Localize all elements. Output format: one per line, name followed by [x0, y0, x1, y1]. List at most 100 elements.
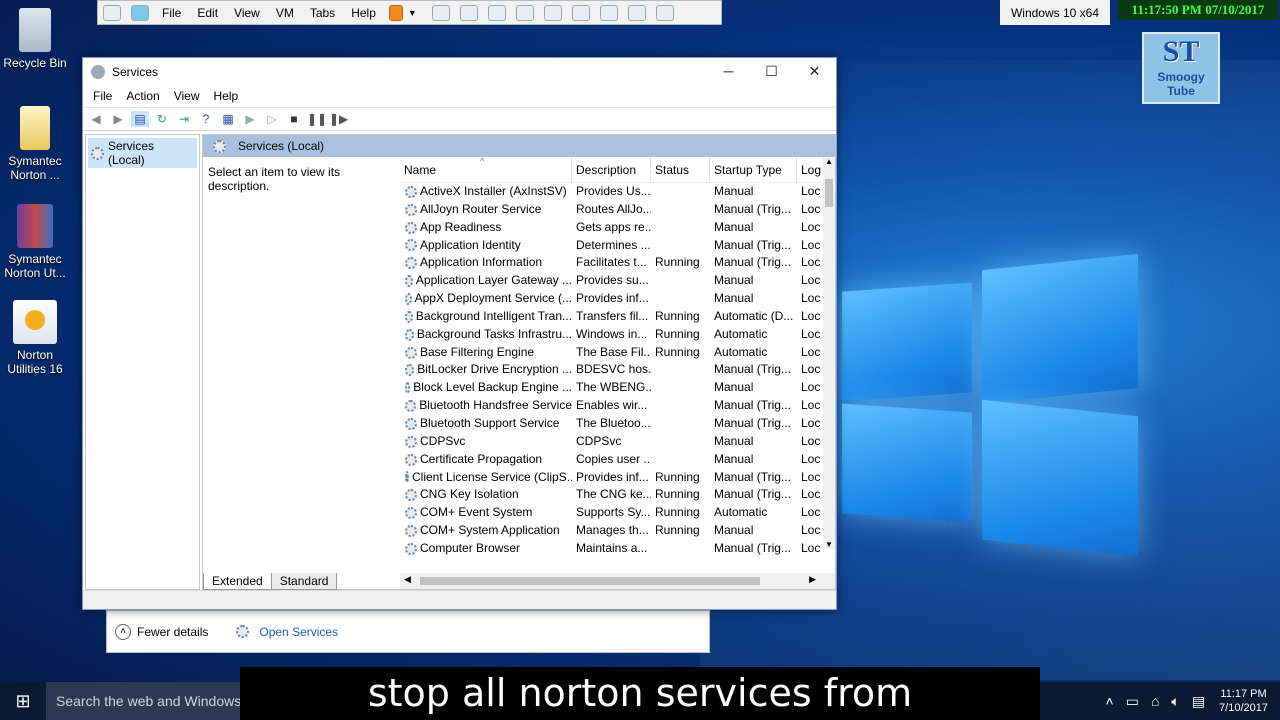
- vertical-scrollbar[interactable]: ▲ ▼: [823, 157, 835, 549]
- desktop-icon-symantec-norton-ut[interactable]: Symantec Norton Ut...: [0, 204, 70, 280]
- properties-icon[interactable]: ▦: [219, 111, 237, 127]
- forward-arrow-icon[interactable]: ▶: [109, 111, 127, 127]
- vm-menu-vm[interactable]: VM: [268, 6, 302, 20]
- taskbar-clock[interactable]: 11:17 PM 7/10/2017: [1219, 687, 1268, 715]
- back-arrow-icon[interactable]: ◀: [87, 111, 105, 127]
- volume-icon[interactable]: 🔈︎: [1171, 693, 1179, 710]
- windows-start-icon[interactable]: ⊞: [0, 682, 46, 720]
- cell-description: The Base Fil...: [576, 344, 651, 359]
- horizontal-scrollbar[interactable]: ◀ ▶: [400, 573, 835, 589]
- table-row[interactable]: AppX Deployment Service (... Provides inf…: [400, 290, 835, 308]
- cell-status: Running: [655, 344, 700, 359]
- pause-icon[interactable]: [388, 4, 403, 21]
- tab-standard[interactable]: Standard: [270, 573, 338, 590]
- table-row[interactable]: App Readiness Gets apps re... Manual Loc: [400, 219, 835, 237]
- scroll-right-icon[interactable]: ▶: [809, 574, 816, 585]
- table-row[interactable]: Application Identity Determines ... Manual…: [400, 237, 835, 255]
- snapshot-revert-icon[interactable]: [487, 4, 506, 21]
- vm-menu-view[interactable]: View: [226, 6, 268, 20]
- table-row[interactable]: Application Information Facilitates t... R…: [400, 254, 835, 272]
- desktop-icon-symantec-norton[interactable]: Symantec Norton ...: [0, 106, 70, 182]
- network-icon[interactable]: [431, 4, 450, 21]
- scroll-thumb[interactable]: [825, 179, 833, 207]
- vm-menu-edit[interactable]: Edit: [189, 6, 226, 20]
- stop-service-icon[interactable]: ■: [285, 111, 303, 127]
- desktop-icon-norton-utilities[interactable]: Norton Utilities 16: [0, 300, 70, 376]
- title-bar[interactable]: Services ─ ☐ ✕: [83, 58, 836, 85]
- tree-node-services-local[interactable]: Services (Local): [88, 138, 197, 168]
- scroll-left-icon[interactable]: ◀: [404, 574, 411, 585]
- export-list-icon[interactable]: ⇥: [175, 111, 193, 127]
- table-row[interactable]: Application Layer Gateway ... Provides su…: [400, 272, 835, 290]
- minimize-button[interactable]: ─: [707, 58, 750, 85]
- table-row[interactable]: Computer Browser Maintains a... Manual (Tr…: [400, 540, 835, 558]
- table-row[interactable]: Background Intelligent Tran... Transfers …: [400, 308, 835, 326]
- console-icon[interactable]: [655, 4, 674, 21]
- sidebar-toggle-icon[interactable]: [543, 4, 562, 21]
- help-icon[interactable]: ?: [197, 111, 215, 127]
- column-header-description[interactable]: Description: [572, 157, 651, 183]
- snapshot-manager-icon[interactable]: [515, 4, 534, 21]
- table-row[interactable]: Block Level Backup Engine ... The WBENG..…: [400, 379, 835, 397]
- table-row[interactable]: Client License Service (ClipS... Provides…: [400, 469, 835, 487]
- pin-icon[interactable]: [103, 4, 121, 21]
- start-service-alt-icon[interactable]: ▷: [263, 111, 281, 127]
- pause-service-icon[interactable]: ❚❚: [307, 111, 327, 127]
- restart-service-icon[interactable]: ❚▶: [329, 111, 348, 127]
- cell-name: Background Intelligent Tran...: [400, 308, 572, 326]
- table-row[interactable]: Background Tasks Infrastru... Windows in.…: [400, 326, 835, 344]
- menu-action[interactable]: Action: [119, 89, 166, 103]
- vm-menu-help[interactable]: Help: [343, 6, 384, 20]
- cell-startup-type: Manual (Trig...: [714, 487, 791, 502]
- column-header-name[interactable]: Name ^: [400, 157, 572, 183]
- table-row[interactable]: BitLocker Drive Encryption ... BDESVC hos…: [400, 361, 835, 379]
- fullscreen-icon[interactable]: [599, 4, 618, 21]
- table-row[interactable]: COM+ Event System Supports Sy... Running Au…: [400, 504, 835, 522]
- battery-icon[interactable]: ▭: [1126, 693, 1139, 710]
- notifications-icon[interactable]: ▤: [1192, 693, 1205, 710]
- service-gear-icon: [405, 239, 417, 252]
- cell-status: Running: [655, 523, 700, 538]
- unity-icon[interactable]: [627, 4, 646, 21]
- snapshot-icon[interactable]: [459, 4, 478, 21]
- table-row[interactable]: AllJoyn Router Service Routes AllJo... Man…: [400, 201, 835, 219]
- cell-startup-type: Manual: [714, 451, 754, 466]
- start-service-icon[interactable]: ▶: [241, 111, 259, 127]
- vm-menu-file[interactable]: File: [154, 6, 189, 20]
- scroll-thumb[interactable]: [420, 577, 760, 585]
- scroll-up-icon[interactable]: ▲: [823, 157, 835, 166]
- close-button[interactable]: ✕: [793, 58, 836, 85]
- chevron-up-icon[interactable]: ˄: [115, 623, 131, 640]
- cell-status: Running: [655, 505, 700, 520]
- table-row[interactable]: CDPSvc CDPSvc Manual Loc: [400, 433, 835, 451]
- menu-view[interactable]: View: [167, 89, 207, 103]
- chevron-down-icon[interactable]: ▼: [408, 8, 417, 18]
- recycle-bin-icon: [19, 8, 51, 52]
- table-row[interactable]: CNG Key Isolation The CNG ke... Running Man…: [400, 486, 835, 504]
- menu-file[interactable]: File: [86, 89, 119, 103]
- cell-description: CDPSvc: [576, 433, 622, 448]
- network-icon[interactable]: ⌂: [1151, 693, 1159, 709]
- column-header-startup-type[interactable]: Startup Type: [710, 157, 797, 183]
- column-header-status[interactable]: Status: [651, 157, 710, 183]
- vm-menu-tabs[interactable]: Tabs: [302, 6, 343, 20]
- desktop-icon-recycle-bin[interactable]: Recycle Bin: [0, 8, 70, 70]
- maximize-button[interactable]: ☐: [750, 58, 793, 85]
- tab-extended[interactable]: Extended: [203, 573, 272, 590]
- chevron-up-icon[interactable]: ˄: [1106, 693, 1114, 709]
- refresh-icon[interactable]: ↻: [153, 111, 171, 127]
- open-services-link[interactable]: Open Services: [259, 625, 338, 639]
- scroll-down-icon[interactable]: ▼: [823, 540, 835, 549]
- table-row[interactable]: Base Filtering Engine The Base Fil... Runn…: [400, 344, 835, 362]
- table-row[interactable]: Certificate Propagation Copies user ... Ma…: [400, 451, 835, 469]
- menu-help[interactable]: Help: [207, 89, 246, 103]
- fewer-details-link[interactable]: Fewer details: [137, 625, 208, 639]
- table-row[interactable]: Bluetooth Support Service The Bluetoo... M…: [400, 415, 835, 433]
- show-console-tree-icon[interactable]: ▤: [131, 111, 149, 127]
- table-row[interactable]: ActiveX Installer (AxInstSV) Provides Us.…: [400, 183, 835, 201]
- video-caption: stop all norton services from services.m…: [240, 667, 1040, 720]
- console-view-icon[interactable]: [571, 4, 590, 21]
- table-row[interactable]: Bluetooth Handsfree Service Enables wir..…: [400, 397, 835, 415]
- vm-home-icon[interactable]: [131, 4, 149, 21]
- table-row[interactable]: COM+ System Application Manages th... Runn…: [400, 522, 835, 540]
